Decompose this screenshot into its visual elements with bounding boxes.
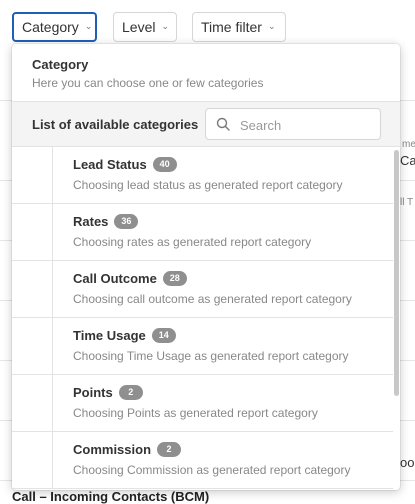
category-description: Choosing lead status as generated report… — [73, 178, 343, 192]
list-scrollbar[interactable] — [394, 147, 400, 490]
time-filter-label: Time filter — [201, 19, 262, 35]
level-filter-button[interactable]: Level ⌄ — [113, 12, 177, 42]
chevron-down-icon: ⌄ — [84, 20, 93, 31]
category-description: Choosing call outcome as generated repor… — [73, 292, 352, 306]
category-item-points[interactable]: Points 2 Choosing Points as generated re… — [12, 375, 393, 432]
item-select-column — [12, 318, 53, 374]
item-select-column — [12, 375, 53, 431]
dropdown-title: Category — [32, 57, 89, 72]
chevron-down-icon: ⌄ — [267, 20, 276, 31]
category-name: Time Usage — [73, 328, 146, 343]
category-item-rates[interactable]: Rates 36 Choosing rates as generated rep… — [12, 204, 393, 261]
count-badge: 28 — [162, 271, 187, 286]
category-filter-label: Category — [22, 19, 79, 35]
bg-fragment: ll T — [400, 197, 414, 208]
category-list: Lead Status 40 Choosing lead status as g… — [12, 147, 393, 489]
chevron-down-icon: ⌄ — [161, 20, 170, 31]
category-name: Commission — [73, 442, 152, 457]
count-badge: 2 — [157, 442, 182, 457]
count-badge: 2 — [118, 385, 143, 400]
category-description: Choosing Time Usage as generated report … — [73, 349, 349, 363]
search-input[interactable] — [238, 114, 376, 136]
bg-fragment: Cal — [400, 153, 415, 168]
list-heading: List of available categories — [32, 117, 199, 132]
level-filter-label: Level — [122, 19, 156, 35]
category-filter-button[interactable]: Category ⌄ — [12, 12, 97, 42]
category-description: Choosing Commission as generated report … — [73, 463, 351, 477]
dropdown-header: Category Here you can choose one or few … — [12, 44, 400, 102]
item-select-column — [12, 261, 53, 317]
category-item-lead-status[interactable]: Lead Status 40 Choosing lead status as g… — [12, 147, 393, 204]
bg-fragment: me — [402, 139, 415, 150]
category-name: Points — [73, 385, 113, 400]
bg-bottom-row-title: Call – Incoming Contacts (BCM) — [12, 489, 210, 504]
count-badge: 14 — [151, 328, 176, 343]
item-select-column — [12, 147, 53, 203]
time-filter-button[interactable]: Time filter ⌄ — [192, 12, 286, 42]
category-name: Call Outcome — [73, 271, 157, 286]
category-item-time-usage[interactable]: Time Usage 14 Choosing Time Usage as gen… — [12, 318, 393, 375]
category-dropdown-panel: Category Here you can choose one or few … — [12, 44, 400, 490]
category-name: Rates — [73, 214, 109, 229]
list-header: List of available categories — [12, 102, 400, 147]
search-box[interactable] — [205, 108, 381, 140]
item-select-column — [12, 204, 53, 260]
category-description: Choosing Points as generated report cate… — [73, 406, 318, 420]
dropdown-subtitle: Here you can choose one or few categorie… — [32, 76, 264, 90]
item-select-column — [12, 432, 53, 488]
count-badge: 36 — [114, 214, 139, 229]
search-icon — [216, 117, 230, 131]
category-name: Lead Status — [73, 157, 147, 172]
scrollbar-thumb[interactable] — [394, 150, 399, 396]
category-item-call-outcome[interactable]: Call Outcome 28 Choosing call outcome as… — [12, 261, 393, 318]
category-item-commission[interactable]: Commission 2 Choosing Commission as gene… — [12, 432, 393, 489]
count-badge: 40 — [152, 157, 177, 172]
bg-fragment: ood — [400, 455, 415, 470]
category-description: Choosing rates as generated report categ… — [73, 235, 312, 249]
